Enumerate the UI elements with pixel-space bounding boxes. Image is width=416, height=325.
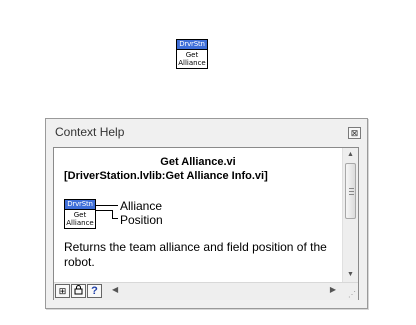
- close-icon[interactable]: ⊠: [348, 127, 361, 139]
- connector-icon-line1: Get: [73, 211, 87, 219]
- alliance-wire: [96, 205, 118, 206]
- context-help-window: Context Help ⊠ Get Alliance.vi [DriverSt…: [45, 118, 368, 309]
- grip-line-icon: [349, 194, 354, 195]
- vi-icon-line1: Get: [185, 51, 199, 59]
- help-bottom-bar: ⊞ ? ◀ ▶ ⋰: [54, 282, 358, 300]
- vi-icon-banner: DrvrStn: [177, 40, 207, 50]
- connector-icon-banner: DrvrStn: [65, 200, 95, 210]
- get-alliance-vi-icon[interactable]: DrvrStn Get Alliance: [176, 39, 208, 69]
- position-wire-horizontal: [112, 218, 118, 219]
- connector-icon-line2: Alliance: [66, 219, 94, 227]
- lock-icon-glyph: [74, 285, 83, 295]
- connector-icon-body: Get Alliance: [65, 210, 95, 227]
- vi-icon-body: Get Alliance: [177, 50, 207, 67]
- help-text-area: Get Alliance.vi [DriverStation.lvlib:Get…: [54, 148, 342, 282]
- scroll-down-arrow-icon[interactable]: ▼: [343, 268, 358, 282]
- resize-grip-icon[interactable]: ⋰: [348, 290, 356, 299]
- vi-icon-line2: Alliance: [178, 59, 206, 67]
- vi-name: Get Alliance.vi: [160, 156, 236, 168]
- window-title: Context Help: [55, 125, 125, 139]
- terminal-label-position: Position: [120, 213, 163, 227]
- vi-description: Returns the team alliance and field posi…: [64, 240, 327, 269]
- help-icon[interactable]: ?: [87, 284, 102, 298]
- scroll-up-arrow-icon[interactable]: ▲: [343, 148, 358, 162]
- scroll-left-arrow-icon[interactable]: ◀: [112, 285, 118, 294]
- scroll-right-arrow-icon[interactable]: ▶: [330, 285, 336, 294]
- terminal-label-alliance: Alliance: [120, 199, 163, 213]
- lock-icon[interactable]: [71, 284, 86, 298]
- show-optional-terminals-icon[interactable]: ⊞: [55, 284, 70, 298]
- grip-line-icon: [349, 188, 354, 189]
- connector-pane-icon: DrvrStn Get Alliance: [64, 199, 96, 229]
- vertical-scrollbar[interactable]: ▲ ▼: [342, 148, 358, 282]
- help-content-pane: Get Alliance.vi [DriverStation.lvlib:Get…: [53, 147, 359, 300]
- position-wire-stub: [96, 210, 113, 211]
- vi-path: [DriverStation.lvlib:Get Alliance Info.v…: [64, 170, 268, 182]
- grip-line-icon: [349, 191, 354, 192]
- scroll-thumb[interactable]: [345, 163, 356, 219]
